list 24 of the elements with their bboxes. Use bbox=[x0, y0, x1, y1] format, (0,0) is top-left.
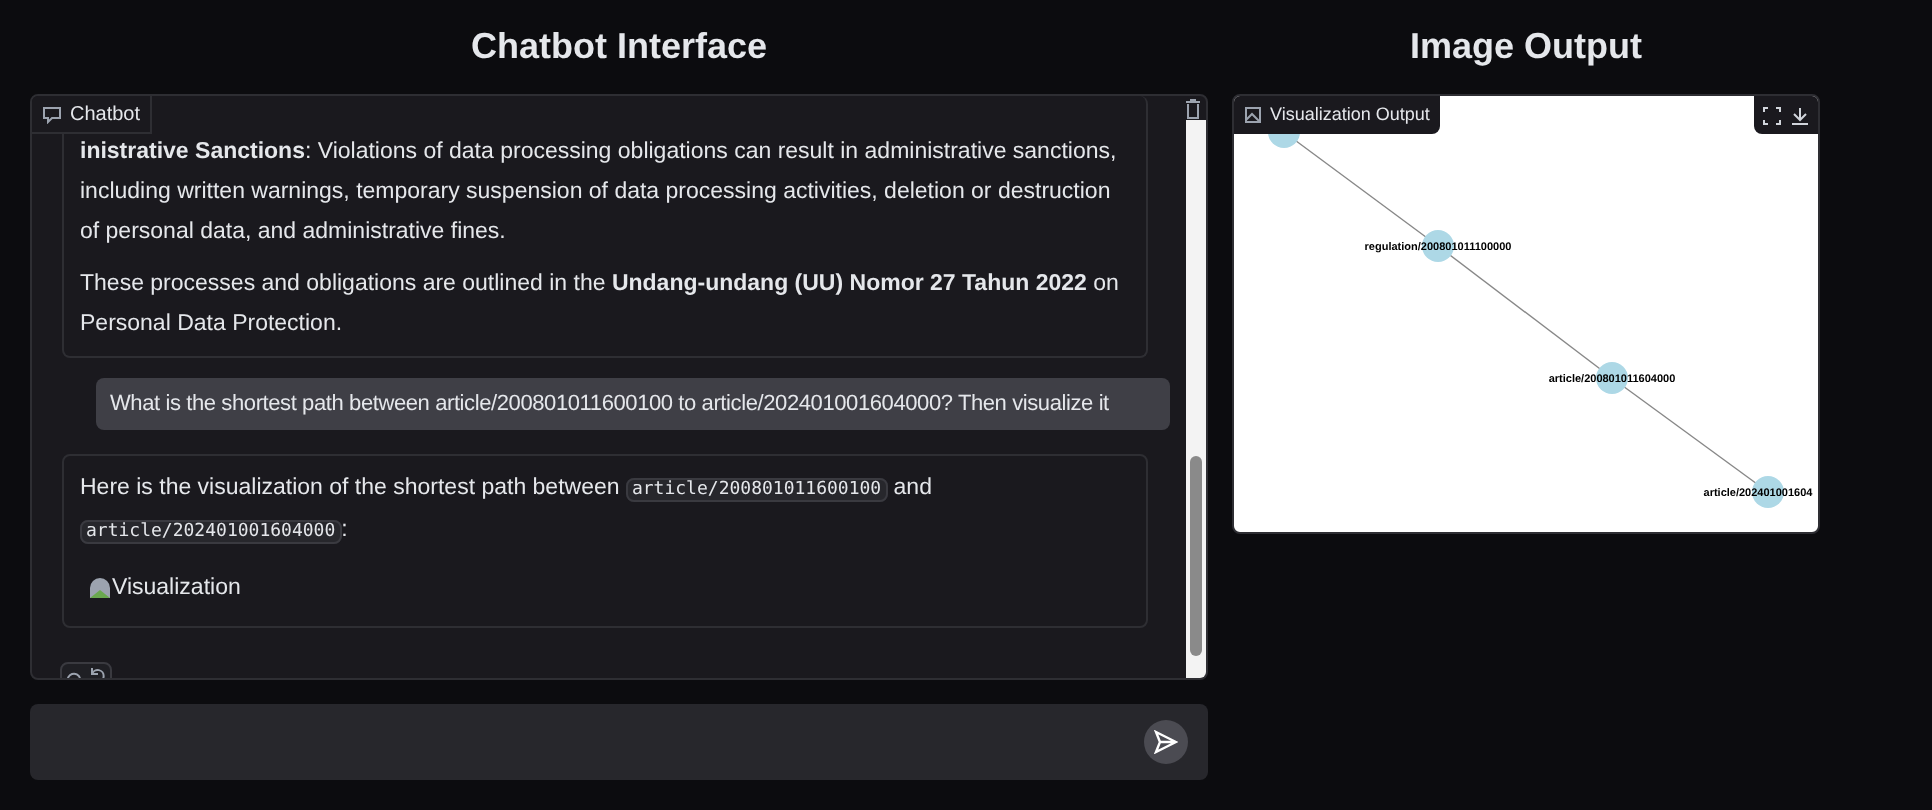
undo-icon[interactable] bbox=[86, 664, 110, 678]
message-text: Here is the visualization of the shortest path between bbox=[80, 476, 622, 500]
image-alt-text: Visualization bbox=[112, 574, 241, 604]
image-label-text: Visualization Output bbox=[1270, 101, 1430, 128]
message-text: What is the shortest path between article/200801011600100 to article/202401001604000? Then visualize it bbox=[110, 392, 1109, 416]
code-span: article/200801011600100 bbox=[625, 478, 888, 502]
send-button[interactable] bbox=[1144, 720, 1188, 764]
download-icon[interactable] bbox=[1790, 105, 1810, 125]
scrollbar[interactable] bbox=[1186, 120, 1206, 678]
fullscreen-icon[interactable] bbox=[1762, 105, 1782, 125]
message-text: inistrative Sanctions: Violations of data processing obligations can result in administrative sanctions, including written warnings, temporary suspension of data processing activities, deletion or destruction of personal data, and administrative fines. bbox=[80, 140, 1117, 244]
broken-image-icon bbox=[88, 576, 112, 600]
message-text: These processes and obligations are outlined in the Undang-undang (UU) Nomor 27 Tahun 2022 on Personal Data Protection. bbox=[80, 272, 1119, 336]
image-icon bbox=[1244, 106, 1262, 124]
section-title: Chatbot Interface bbox=[468, 24, 770, 70]
code-span: article/202401001604000 bbox=[80, 520, 342, 544]
section-title: Image Output bbox=[1408, 24, 1644, 70]
send-icon bbox=[1154, 730, 1178, 754]
message-input[interactable] bbox=[30, 704, 1208, 780]
chat-icon bbox=[42, 105, 62, 123]
message-text: and bbox=[891, 476, 932, 500]
delete-icon[interactable] bbox=[1184, 98, 1202, 120]
message-text: : bbox=[341, 518, 348, 542]
chat-label-text: Chatbot bbox=[70, 101, 141, 129]
